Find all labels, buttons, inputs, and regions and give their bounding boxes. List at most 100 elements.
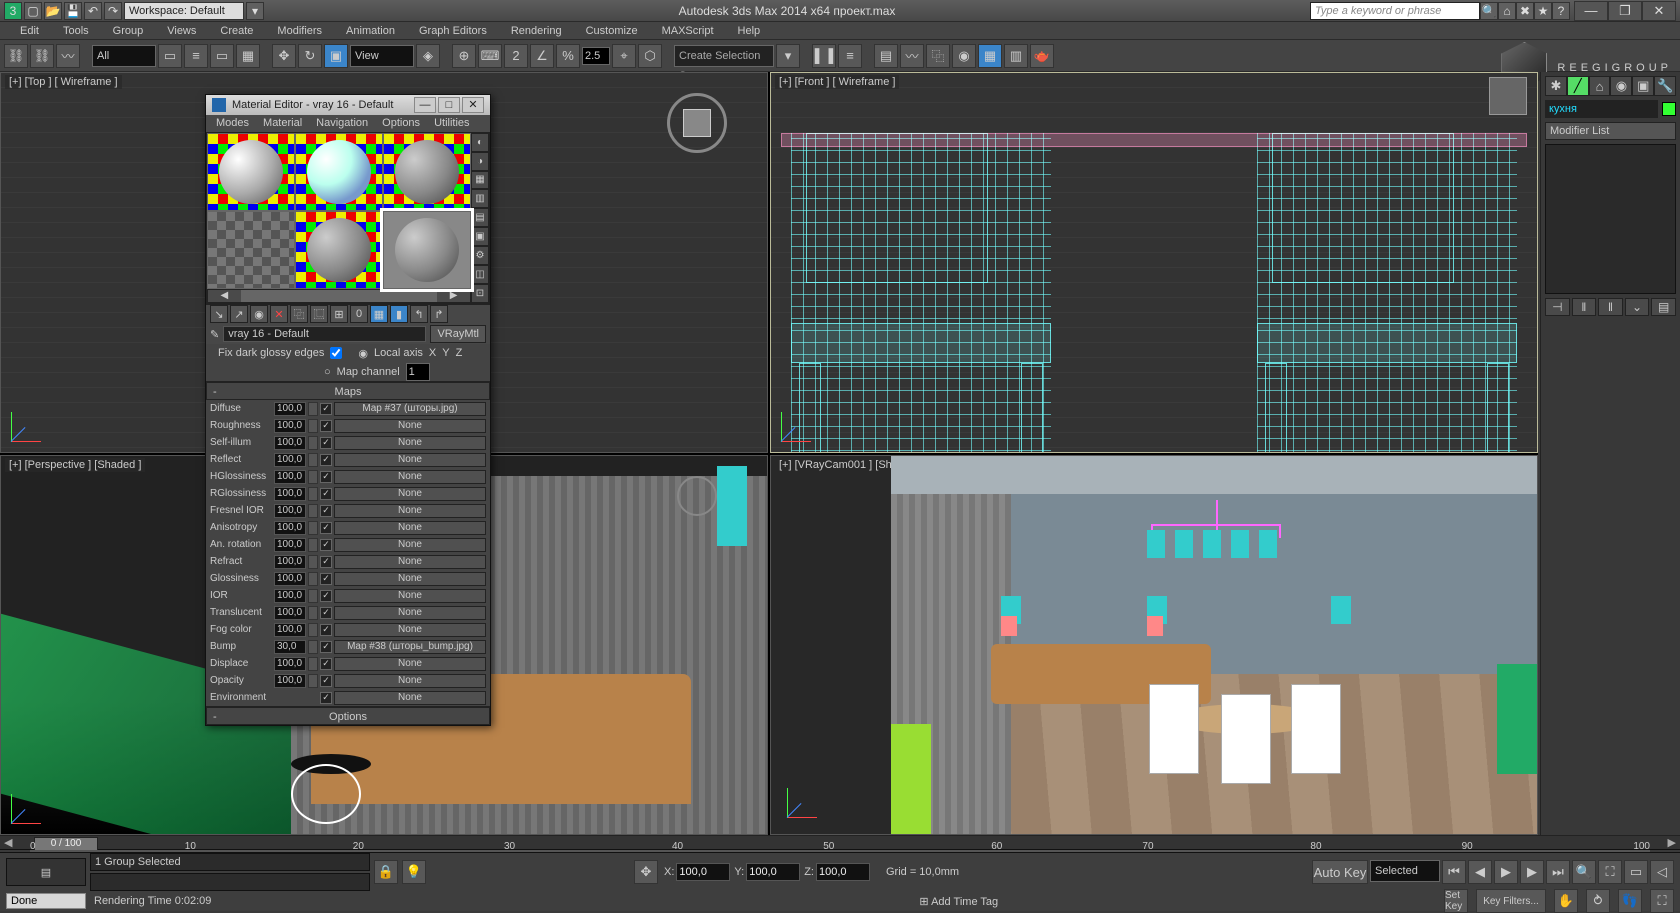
material-slot[interactable] <box>383 211 471 289</box>
snap-icon[interactable]: ⌖ <box>612 44 636 68</box>
sample-uv-icon[interactable]: ▥ <box>471 189 489 208</box>
axis-z-button[interactable]: Z <box>456 347 463 359</box>
viewport-label[interactable]: [+] [Front ] [ Wireframe ] <box>775 75 899 89</box>
lock-selection-icon[interactable]: 🔒 <box>374 860 398 884</box>
map-amount-input[interactable]: 100,0 <box>274 555 306 569</box>
spinner-icon[interactable] <box>308 623 318 637</box>
menu-item[interactable]: Help <box>728 23 771 39</box>
spinner-icon[interactable] <box>308 674 318 688</box>
map-slot-button[interactable]: Map #37 (шторы.jpg) <box>334 402 486 416</box>
nav-region-icon[interactable]: ▭ <box>1624 860 1648 884</box>
make-unique-icon[interactable]: ⿺ <box>310 305 328 323</box>
map-slot-button[interactable]: None <box>334 487 486 501</box>
material-slot[interactable] <box>207 133 295 211</box>
menu-item[interactable]: Edit <box>10 23 49 39</box>
nav-zoomext-icon[interactable]: ⛶ <box>1598 860 1622 884</box>
map-enable-checkbox[interactable]: ✓ <box>320 437 332 449</box>
display-tab-icon[interactable]: ▣ <box>1632 76 1654 96</box>
goto-end-icon[interactable]: ⏭ <box>1546 860 1570 884</box>
open-icon[interactable]: 📂 <box>44 2 62 20</box>
material-slot[interactable] <box>383 133 471 211</box>
steering-wheel-icon[interactable] <box>677 476 717 516</box>
spinner-icon[interactable] <box>308 402 318 416</box>
move-icon[interactable]: ✥ <box>272 44 296 68</box>
map-slot-button[interactable]: None <box>334 674 486 688</box>
rotate-icon[interactable]: ↻ <box>298 44 322 68</box>
restore-button[interactable]: ❐ <box>1608 1 1642 21</box>
autokey-button[interactable]: Auto Key <box>1312 860 1368 884</box>
reset-map-icon[interactable]: ✕ <box>270 305 288 323</box>
motion-tab-icon[interactable]: ◉ <box>1610 76 1632 96</box>
make-copy-icon[interactable]: ⿻ <box>290 305 308 323</box>
map-amount-input[interactable]: 100,0 <box>274 623 306 637</box>
viewport-front[interactable]: [+] [Front ] [ Wireframe ] <box>770 72 1538 453</box>
named-selection-input[interactable]: Create Selection Se <box>674 45 774 67</box>
map-amount-input[interactable]: 100,0 <box>274 657 306 671</box>
time-slider[interactable]: ◀ 0 / 100 ▶ <box>0 836 1680 850</box>
show-end-result-icon[interactable]: ▮ <box>390 305 408 323</box>
make-preview-icon[interactable]: ▣ <box>471 227 489 246</box>
next-frame-icon[interactable]: ▶ <box>1520 860 1544 884</box>
mat-close-button[interactable]: ✕ <box>462 97 484 113</box>
curve-editor-icon[interactable]: 〰 <box>900 44 924 68</box>
time-slider-arrow-icon[interactable]: ◀ <box>4 836 12 849</box>
mat-menu-item[interactable]: Material <box>257 115 308 132</box>
material-slot[interactable] <box>295 211 383 289</box>
axis-y-button[interactable]: Y <box>442 347 449 359</box>
map-slot-button[interactable]: None <box>334 657 486 671</box>
play-icon[interactable]: ▶ <box>1494 860 1518 884</box>
map-enable-checkbox[interactable]: ✓ <box>320 471 332 483</box>
spinner-snap-input[interactable]: 2.5 <box>582 47 610 65</box>
menu-item[interactable]: Graph Editors <box>409 23 497 39</box>
menu-item[interactable]: MAXScript <box>652 23 724 39</box>
material-editor-icon[interactable]: ◉ <box>952 44 976 68</box>
nav-pan-icon[interactable]: ✋ <box>1554 889 1578 913</box>
mat-menu-item[interactable]: Modes <box>210 115 255 132</box>
get-material-icon[interactable]: ↘ <box>210 305 228 323</box>
viewport-label[interactable]: [+] [Top ] [ Wireframe ] <box>5 75 122 89</box>
map-slot-button[interactable]: None <box>334 589 486 603</box>
undo-icon[interactable]: ↶ <box>84 2 102 20</box>
nav-fov-icon[interactable]: ◁ <box>1650 860 1674 884</box>
hierarchy-tab-icon[interactable]: ⌂ <box>1589 76 1611 96</box>
spinner-icon[interactable] <box>308 419 318 433</box>
pick-material-icon[interactable]: ✎ <box>210 328 219 341</box>
menu-item[interactable]: Modifiers <box>267 23 332 39</box>
nav-maxview-icon[interactable]: ⛶ <box>1650 889 1674 913</box>
map-amount-input[interactable]: 100,0 <box>274 504 306 518</box>
map-enable-checkbox[interactable]: ✓ <box>320 556 332 568</box>
infocenter-icon[interactable]: 🔍 <box>1480 2 1498 20</box>
time-slider-arrow-icon[interactable]: ▶ <box>1668 836 1676 849</box>
background-icon[interactable]: ▦ <box>471 171 489 190</box>
viewcube-icon[interactable] <box>1489 77 1527 115</box>
map-slot-button[interactable]: None <box>334 606 486 620</box>
isolate-icon[interactable]: 💡 <box>402 860 426 884</box>
map-channel-input[interactable]: 1 <box>406 363 430 381</box>
minimize-button[interactable]: — <box>1574 1 1608 21</box>
viewcube-icon[interactable] <box>667 93 727 153</box>
put-to-scene-icon[interactable]: ↗ <box>230 305 248 323</box>
map-enable-checkbox[interactable]: ✓ <box>320 607 332 619</box>
maxscript-mini-icon[interactable]: ▤ <box>6 858 86 886</box>
map-amount-input[interactable]: 100,0 <box>274 487 306 501</box>
map-slot-button[interactable]: None <box>334 623 486 637</box>
map-slot-button[interactable]: Map #38 (шторы_bump.jpg) <box>334 640 486 654</box>
map-enable-checkbox[interactable]: ✓ <box>320 641 332 653</box>
workspace-arrow-icon[interactable]: ▾ <box>246 2 264 20</box>
map-amount-input[interactable]: 100,0 <box>274 589 306 603</box>
menu-item[interactable]: Animation <box>336 23 405 39</box>
map-slot-button[interactable]: None <box>334 419 486 433</box>
map-enable-checkbox[interactable]: ✓ <box>320 675 332 687</box>
nav-walk-icon[interactable]: 👣 <box>1618 889 1642 913</box>
map-enable-checkbox[interactable]: ✓ <box>320 539 332 551</box>
map-amount-input[interactable]: 100,0 <box>274 402 306 416</box>
named-sel-icon[interactable]: ▾ <box>776 44 800 68</box>
material-slot[interactable] <box>295 133 383 211</box>
map-enable-checkbox[interactable]: ✓ <box>320 692 332 704</box>
show-end-icon[interactable]: ‖ <box>1572 298 1597 316</box>
help-search-input[interactable]: Type a keyword or phrase <box>1310 2 1480 20</box>
map-amount-input[interactable]: 100,0 <box>274 470 306 484</box>
map-amount-input[interactable]: 100,0 <box>274 606 306 620</box>
configure-icon[interactable]: ▤ <box>1651 298 1676 316</box>
material-editor-window[interactable]: Material Editor - vray 16 - Default — □ … <box>205 94 491 726</box>
